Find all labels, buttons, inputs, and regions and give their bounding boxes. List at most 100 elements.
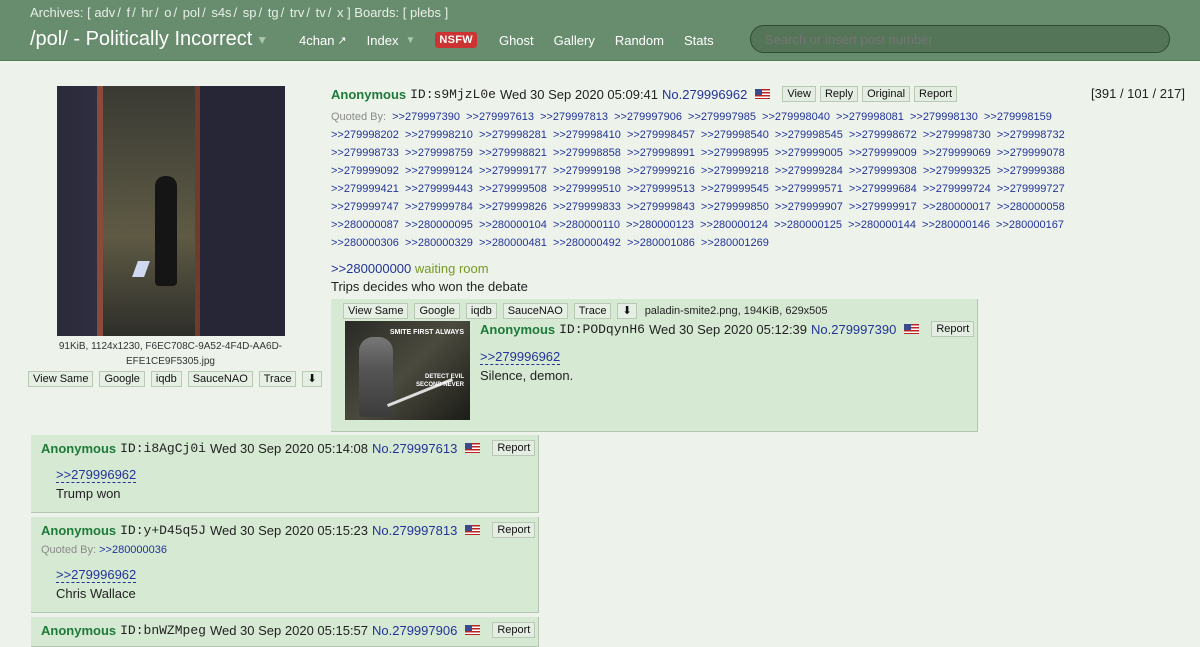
quoted-by-link[interactable]: >>279998858: [553, 147, 621, 159]
archive-link[interactable]: o: [164, 5, 171, 20]
op-thumbnail[interactable]: [57, 86, 285, 336]
quoted-by-link[interactable]: >>279998081: [836, 111, 904, 123]
quoted-by-link[interactable]: >>279999218: [701, 165, 769, 177]
view-same-button[interactable]: View Same: [28, 371, 94, 387]
quoted-by-link[interactable]: >>279999784: [405, 201, 473, 213]
quoted-by-link[interactable]: >>279999917: [849, 201, 917, 213]
quoted-by-link[interactable]: >>279998540: [701, 129, 769, 141]
quoted-by-link[interactable]: >>280000329: [405, 237, 473, 249]
quoted-by-link[interactable]: >>280000306: [331, 237, 399, 249]
archive-link[interactable]: sp: [243, 5, 257, 20]
quote-link[interactable]: >>279996962: [56, 567, 137, 583]
quoted-by-link[interactable]: >>279998202: [331, 129, 399, 141]
archive-link[interactable]: pol: [183, 5, 200, 20]
post-number[interactable]: No.279996962: [662, 87, 747, 102]
quoted-by-link[interactable]: >>280001086: [627, 237, 695, 249]
quoted-by-link[interactable]: >>279999843: [627, 201, 695, 213]
quoted-by-link[interactable]: >>279999284: [775, 165, 843, 177]
quoted-by-link[interactable]: >>279998672: [849, 129, 917, 141]
quoted-by-link[interactable]: >>279999325: [923, 165, 991, 177]
post-number[interactable]: No.279997613: [372, 441, 457, 456]
view-same-button[interactable]: View Same: [343, 303, 409, 319]
quoted-by-link[interactable]: >>279997390: [392, 111, 460, 123]
quote-link[interactable]: >>280000000: [331, 261, 411, 276]
quoted-by-link[interactable]: >>279999069: [923, 147, 991, 159]
poster-id[interactable]: ID:PODqynH6: [559, 322, 645, 337]
quoted-by-link[interactable]: >>280000124: [700, 219, 768, 231]
quoted-by-link[interactable]: >>279999009: [849, 147, 917, 159]
quoted-by-link[interactable]: >>279999545: [701, 183, 769, 195]
quoted-by-link[interactable]: >>279999850: [701, 201, 769, 213]
chevron-down-icon[interactable]: ▼: [256, 33, 268, 47]
quote-link[interactable]: >>279996962: [480, 349, 561, 365]
archive-link[interactable]: trv: [290, 5, 304, 20]
quoted-by-link[interactable]: >>279998995: [701, 147, 769, 159]
quoted-by-link[interactable]: >>280000017: [923, 201, 991, 213]
archive-link[interactable]: x: [337, 5, 344, 20]
quoted-by-link[interactable]: >>279998130: [910, 111, 978, 123]
trace-button[interactable]: Trace: [258, 371, 297, 387]
archive-link[interactable]: s4s: [211, 5, 231, 20]
quoted-by-link[interactable]: >>280000481: [479, 237, 547, 249]
quoted-by-link[interactable]: >>279998210: [405, 129, 473, 141]
quoted-by-link[interactable]: >>280001269: [701, 237, 769, 249]
report-button[interactable]: Report: [492, 622, 536, 638]
post-number[interactable]: No.279997813: [372, 523, 457, 538]
quoted-by-link[interactable]: >>279998159: [984, 111, 1052, 123]
quoted-by-link[interactable]: >>279999513: [627, 183, 695, 195]
quoted-by-link[interactable]: >>279999216: [627, 165, 695, 177]
quoted-by-link[interactable]: >>279999684: [849, 183, 917, 195]
poster-id[interactable]: ID:i8AgCj0i: [120, 441, 206, 456]
archive-link[interactable]: hr: [141, 5, 153, 20]
quoted-by-link[interactable]: >>279999508: [479, 183, 547, 195]
google-button[interactable]: Google: [99, 371, 145, 387]
quoted-by-link[interactable]: >>279999571: [775, 183, 843, 195]
quoted-by-link[interactable]: >>279998821: [479, 147, 547, 159]
file-name[interactable]: paladin-smite2.png, 194KiB, 629x505: [645, 305, 828, 317]
quoted-by-link[interactable]: >>280000058: [997, 201, 1065, 213]
nav-stats[interactable]: Stats: [684, 33, 714, 48]
quoted-by-link[interactable]: >>279999177: [479, 165, 547, 177]
nav-gallery[interactable]: Gallery: [554, 33, 595, 48]
nav-ghost[interactable]: Ghost: [499, 33, 534, 48]
quoted-by-link[interactable]: >>280000492: [553, 237, 621, 249]
quoted-by-link[interactable]: >>279997985: [688, 111, 756, 123]
quoted-by-link[interactable]: >>279999443: [405, 183, 473, 195]
board-title[interactable]: /pol/ - Politically Incorrect ▼: [30, 28, 268, 51]
download-icon[interactable]: ⬇: [617, 303, 637, 319]
quoted-by-link[interactable]: >>280000087: [331, 219, 399, 231]
iqdb-button[interactable]: iqdb: [150, 371, 182, 387]
quoted-by-link[interactable]: >>279998730: [923, 129, 991, 141]
poster-id[interactable]: ID:bnWZMpeg: [120, 623, 206, 638]
inline-thumbnail[interactable]: SMITE FIRST ALWAYS DETECT EVIL SECOND NE…: [345, 321, 470, 420]
quoted-by-link[interactable]: >>279997613: [466, 111, 534, 123]
quoted-by-link[interactable]: >>279999747: [331, 201, 399, 213]
quoted-by-link[interactable]: >>279999510: [553, 183, 621, 195]
board-link[interactable]: plebs: [410, 5, 441, 20]
post-number[interactable]: No.279997390: [811, 322, 896, 337]
google-button[interactable]: Google: [414, 303, 460, 319]
original-button[interactable]: Original: [862, 86, 911, 102]
quoted-by-link[interactable]: >>279998457: [627, 129, 695, 141]
archive-link[interactable]: adv: [94, 5, 115, 20]
report-button[interactable]: Report: [492, 440, 536, 456]
quoted-by-link[interactable]: >>279999198: [553, 165, 621, 177]
quoted-by-link[interactable]: >>279998281: [479, 129, 547, 141]
poster-id[interactable]: ID:s9MjzL0e: [410, 87, 496, 102]
quoted-by-link[interactable]: >>280000125: [774, 219, 842, 231]
quoted-by-link[interactable]: >>279997813: [540, 111, 608, 123]
nav-4chan[interactable]: 4chan ↗: [299, 33, 347, 48]
saucenao-button[interactable]: SauceNAO: [502, 303, 568, 319]
quoted-by-link[interactable]: >>280000167: [996, 219, 1064, 231]
quoted-by-link[interactable]: >>279999727: [997, 183, 1065, 195]
quoted-by-link[interactable]: >>279998759: [405, 147, 473, 159]
search-input[interactable]: [750, 25, 1170, 53]
quoted-by-link[interactable]: >>279998040: [762, 111, 830, 123]
quoted-by-link[interactable]: >>279998733: [331, 147, 399, 159]
quoted-by-link[interactable]: >>279999308: [849, 165, 917, 177]
quoted-by-link[interactable]: >>280000036: [99, 544, 167, 556]
quote-link[interactable]: >>279996962: [56, 467, 137, 483]
view-button[interactable]: View: [782, 86, 816, 102]
quoted-by-link[interactable]: >>279999833: [553, 201, 621, 213]
nav-random[interactable]: Random: [615, 33, 664, 48]
